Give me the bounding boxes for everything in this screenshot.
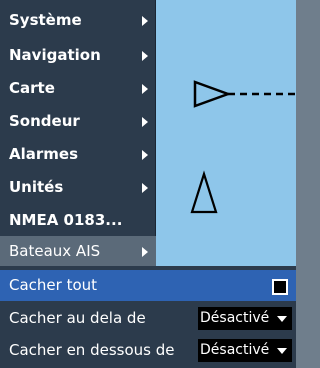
hide-beyond-label: Cacher au dela de: [9, 309, 146, 327]
vessel-triangle-icon: [193, 80, 232, 108]
chevron-right-icon: [142, 150, 148, 160]
hide-beyond-select[interactable]: Désactivé: [198, 307, 292, 330]
chevron-right-icon: [142, 84, 148, 94]
hide-all-checkbox[interactable]: [272, 279, 288, 295]
settings-menu: Système Navigation Carte Sondeur Alarmes…: [0, 0, 156, 266]
menu-item-carte[interactable]: Carte: [0, 73, 156, 104]
ais-target-icon: [190, 170, 218, 214]
chevron-right-icon: [142, 247, 148, 257]
menu-item-label: Navigation: [9, 46, 101, 64]
menu-item-unites[interactable]: Unités: [0, 172, 156, 203]
menu-item-label: Bateaux AIS: [9, 242, 101, 260]
menu-item-sondeur[interactable]: Sondeur: [0, 106, 156, 137]
hide-below-value: Désactivé: [200, 342, 270, 358]
menu-item-label: Sondeur: [9, 112, 80, 130]
menu-item-navigation[interactable]: Navigation: [0, 40, 156, 71]
dropdown-arrow-icon: [277, 316, 287, 322]
hide-beyond-row[interactable]: Cacher au dela de Désactivé: [0, 303, 296, 334]
menu-item-label: Carte: [9, 79, 55, 97]
menu-item-label: Alarmes: [9, 145, 79, 163]
hide-all-label: Cacher tout: [9, 276, 98, 294]
menu-item-bateaux-ais[interactable]: Bateaux AIS: [0, 236, 156, 266]
chart-canvas: [190, 80, 296, 214]
chevron-right-icon: [142, 16, 148, 26]
menu-item-label: Système: [9, 11, 82, 29]
hide-below-label: Cacher en dessous de: [9, 341, 175, 359]
dropdown-arrow-icon: [277, 348, 287, 354]
chevron-right-icon: [142, 183, 148, 193]
hide-below-select[interactable]: Désactivé: [198, 339, 292, 362]
chart-view[interactable]: [156, 0, 296, 266]
menu-item-alarmes[interactable]: Alarmes: [0, 139, 156, 170]
menu-item-label: Unités: [9, 178, 64, 196]
menu-item-label: NMEA 0183...: [9, 211, 123, 229]
chevron-right-icon: [142, 51, 148, 61]
hide-all-row[interactable]: Cacher tout: [0, 270, 296, 301]
menu-item-systeme[interactable]: Système: [0, 5, 156, 36]
ais-submenu: Cacher tout Cacher au dela de Désactivé …: [0, 266, 296, 368]
ais-settings-screen: Système Navigation Carte Sondeur Alarmes…: [0, 0, 296, 368]
menu-item-nmea-0183[interactable]: NMEA 0183...: [0, 205, 156, 236]
hide-beyond-value: Désactivé: [200, 310, 270, 326]
hide-below-row[interactable]: Cacher en dessous de Désactivé: [0, 335, 296, 366]
chevron-right-icon: [142, 117, 148, 127]
